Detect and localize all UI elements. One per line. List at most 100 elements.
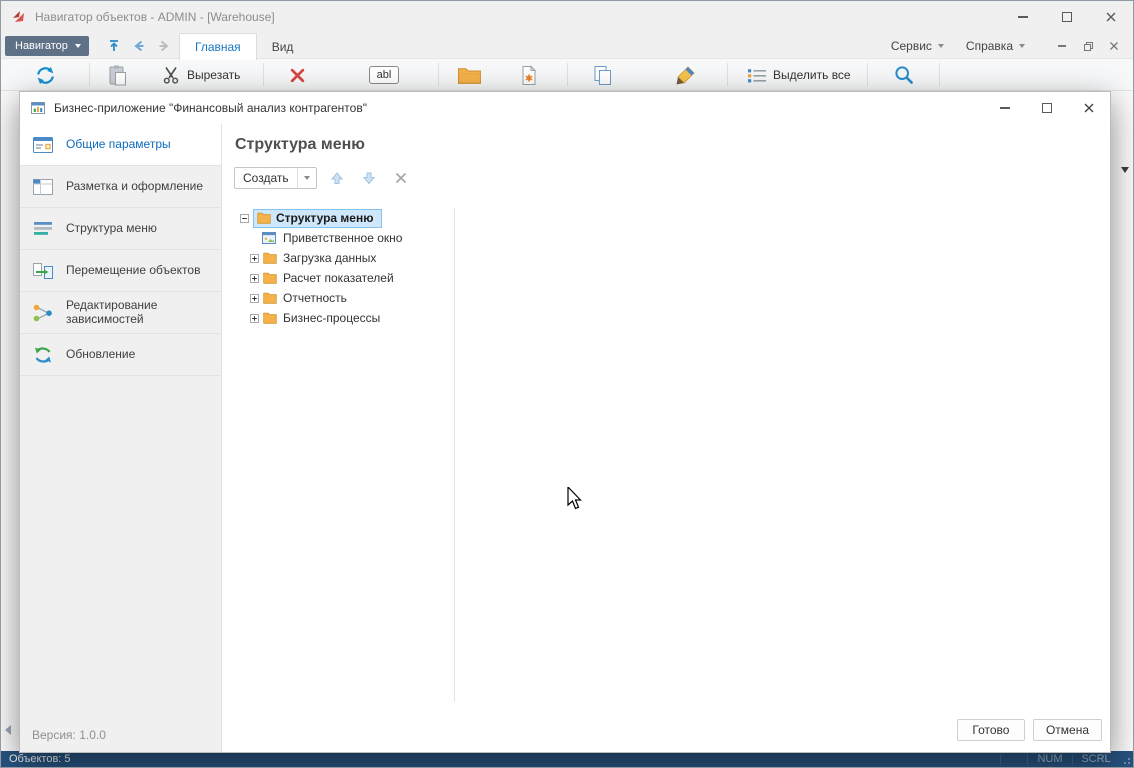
- business-app-dialog: Бизнес-приложение "Финансовый анализ кон…: [19, 91, 1111, 753]
- expand-expander-icon[interactable]: [250, 254, 259, 263]
- arrow-left-icon: [131, 38, 147, 54]
- quick-nav-icons: [104, 36, 174, 56]
- collapse-expander-icon[interactable]: [240, 214, 249, 223]
- cut-button[interactable]: Вырезать: [161, 62, 240, 88]
- minimize-icon: [1000, 107, 1010, 109]
- tab-view-label: Вид: [272, 40, 294, 54]
- tree-item-folder[interactable]: Отчетность: [240, 288, 402, 308]
- sidebar-item-edit-dependencies[interactable]: Редактирование зависимостей: [20, 292, 221, 334]
- copy-icon: [591, 64, 613, 87]
- copy-button[interactable]: [591, 62, 613, 88]
- dialog-controls: [984, 93, 1110, 123]
- service-menu-label: Сервис: [891, 39, 932, 53]
- edit-button[interactable]: [675, 62, 697, 88]
- sidebar-item-menu-structure[interactable]: Структура меню: [20, 208, 221, 250]
- sidebar-item-label: Редактирование зависимостей: [66, 299, 213, 327]
- tab-home[interactable]: Главная: [179, 33, 257, 60]
- minimize-icon: [1018, 16, 1028, 18]
- toolbar-separator: [567, 63, 568, 86]
- chevron-down-icon: [298, 176, 316, 180]
- content-toolbar: Создать: [234, 166, 413, 190]
- delete-node-button[interactable]: [389, 167, 413, 189]
- expand-expander-icon[interactable]: [250, 314, 259, 323]
- forward-button[interactable]: [154, 36, 174, 56]
- scroll-lock-indicator: SCRL: [1073, 751, 1119, 767]
- folder-icon: [257, 212, 271, 224]
- arrow-up-icon: [329, 170, 345, 186]
- sidebar-item-label: Структура меню: [66, 222, 157, 236]
- expand-expander-icon[interactable]: [250, 294, 259, 303]
- dialog-title: Бизнес-приложение "Финансовый анализ кон…: [54, 101, 367, 115]
- sidebar-item-layout[interactable]: Разметка и оформление: [20, 166, 221, 208]
- service-menu[interactable]: Сервис: [891, 39, 944, 53]
- toolbar-separator: [89, 63, 90, 86]
- close-button[interactable]: [1089, 1, 1133, 33]
- new-item-icon: [519, 64, 539, 87]
- page-title: Структура меню: [235, 136, 365, 154]
- refresh-icon: [33, 63, 58, 88]
- delete-button[interactable]: [289, 62, 306, 88]
- tree-item-welcome[interactable]: Приветственное окно: [240, 228, 402, 248]
- tree-root-selection[interactable]: Структура меню: [253, 209, 382, 228]
- dialog-close-button[interactable]: [1068, 93, 1110, 123]
- minimize-button[interactable]: [1001, 1, 1045, 33]
- resize-grip[interactable]: [1119, 751, 1133, 767]
- arrow-right-icon: [156, 38, 172, 54]
- help-menu[interactable]: Справка: [966, 39, 1025, 53]
- tab-view[interactable]: Вид: [257, 33, 309, 60]
- child-restore-button[interactable]: [1077, 37, 1099, 55]
- cancel-button[interactable]: Отмена: [1033, 719, 1102, 741]
- sidebar-item-general-params[interactable]: Общие параметры: [20, 124, 221, 166]
- move-down-button[interactable]: [357, 167, 381, 189]
- collapse-to-top-button[interactable]: [104, 36, 124, 56]
- statusbar: Объектов: 5 NUM SCRL: [1, 751, 1133, 767]
- select-all-icon: [747, 67, 767, 84]
- expand-expander-icon[interactable]: [250, 274, 259, 283]
- folder-icon: [263, 272, 277, 284]
- cut-label: Вырезать: [187, 68, 240, 82]
- content-divider: [454, 208, 455, 702]
- create-button[interactable]: Создать: [234, 167, 317, 189]
- dialog-maximize-button[interactable]: [1026, 93, 1068, 123]
- scroll-left-icon[interactable]: [5, 725, 11, 735]
- pencil-icon: [675, 64, 697, 87]
- move-objects-icon: [30, 260, 56, 282]
- paste-button[interactable]: [107, 62, 128, 88]
- sidebar-item-move-objects[interactable]: Перемещение объектов: [20, 250, 221, 292]
- sidebar-item-update[interactable]: Обновление: [20, 334, 221, 376]
- close-icon: [1083, 102, 1095, 114]
- dialog-content: Структура меню Создать: [222, 124, 1110, 752]
- rename-button[interactable]: abl: [369, 62, 399, 88]
- search-icon: [893, 64, 915, 86]
- select-all-button[interactable]: Выделить все: [747, 62, 851, 88]
- maximize-button[interactable]: [1045, 1, 1089, 33]
- tree-item-folder[interactable]: Загрузка данных: [240, 248, 402, 268]
- maximize-icon: [1042, 103, 1052, 113]
- statusbar-indicators: NUM SCRL: [1000, 751, 1133, 767]
- close-icon: [1105, 11, 1117, 23]
- refresh-button[interactable]: [33, 62, 58, 88]
- scissors-icon: [161, 65, 181, 85]
- tree-item-folder[interactable]: Бизнес-процессы: [240, 308, 402, 328]
- sidebar-item-label: Общие параметры: [66, 138, 171, 152]
- layout-icon: [30, 176, 56, 198]
- toolbar-separator: [939, 63, 940, 86]
- help-menu-label: Справка: [966, 39, 1013, 53]
- navigator-menu-button[interactable]: Навигатор: [5, 36, 89, 56]
- new-item-button[interactable]: [519, 62, 539, 88]
- back-button[interactable]: [129, 36, 149, 56]
- toolbar-separator: [438, 63, 439, 86]
- move-up-button[interactable]: [325, 167, 349, 189]
- app-logo-icon: [11, 9, 27, 25]
- dialog-minimize-button[interactable]: [984, 93, 1026, 123]
- search-button[interactable]: [893, 62, 915, 88]
- child-minimize-button[interactable]: [1051, 37, 1073, 55]
- done-button[interactable]: Готово: [957, 719, 1025, 741]
- rename-icon: abl: [369, 66, 399, 84]
- new-folder-button[interactable]: [457, 62, 482, 88]
- tree-item-folder[interactable]: Расчет показателей: [240, 268, 402, 288]
- tree-root-row[interactable]: Структура меню: [240, 208, 402, 228]
- maximize-icon: [1062, 12, 1072, 22]
- child-close-button[interactable]: [1103, 37, 1125, 55]
- tab-home-label: Главная: [195, 40, 241, 54]
